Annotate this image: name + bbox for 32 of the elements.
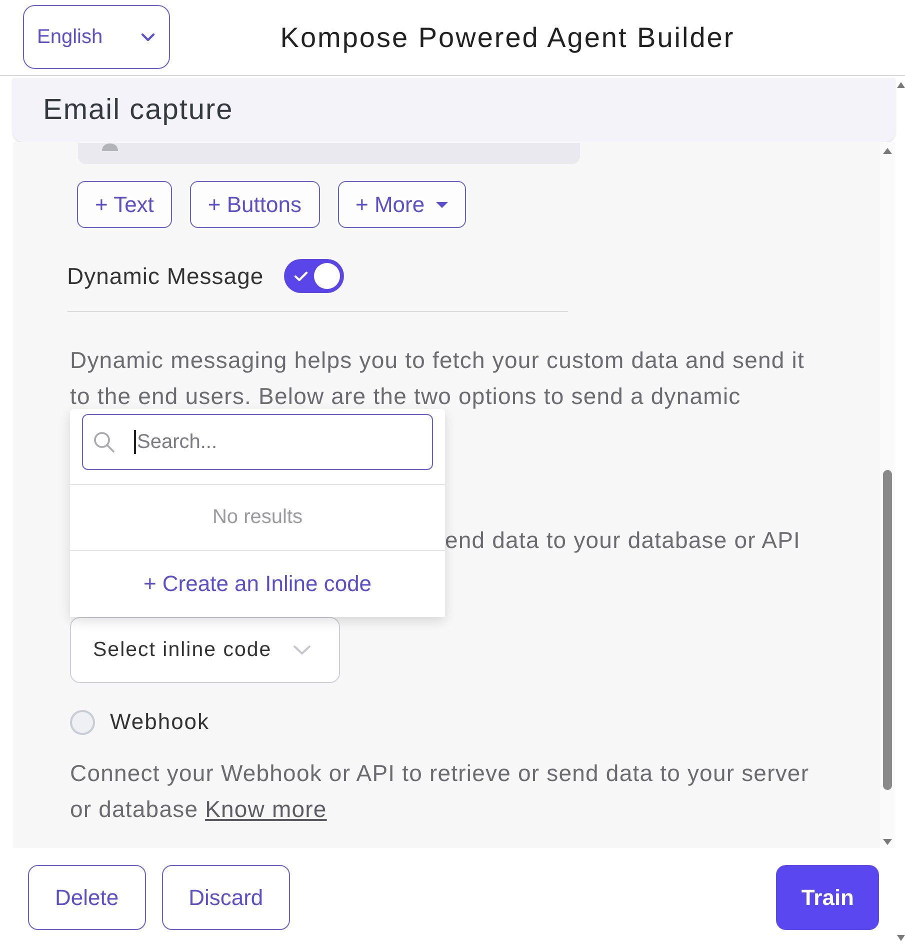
dynamic-message-label: Dynamic Message bbox=[67, 262, 264, 290]
footer-button[interactable]: Delete bbox=[28, 865, 146, 930]
caret-down-icon bbox=[436, 202, 448, 208]
webhook-radio[interactable] bbox=[70, 710, 95, 734]
chevron-down-icon bbox=[141, 32, 155, 42]
footer-button[interactable]: Train bbox=[776, 865, 879, 930]
dynamic-message-toggle[interactable] bbox=[284, 259, 344, 293]
webhook-description: Connect your Webhook or API to retrieve or send data to your server or database Know more bbox=[70, 759, 810, 824]
search-icon bbox=[93, 431, 115, 453]
inline-code-description: end data to your database or API bbox=[445, 526, 802, 555]
no-results-text: No results bbox=[212, 506, 303, 529]
scroll-up-icon[interactable] bbox=[897, 82, 905, 88]
panel-title: Email capture bbox=[43, 94, 234, 126]
webhook-label[interactable]: Webhook bbox=[110, 709, 210, 735]
add-content-button[interactable]: + Buttons bbox=[190, 181, 320, 228]
check-icon bbox=[294, 270, 308, 282]
chevron-down-icon bbox=[293, 645, 311, 655]
footer-button[interactable]: Discard bbox=[162, 865, 290, 930]
app-title: Kompose Powered Agent Builder bbox=[279, 22, 736, 54]
language-select[interactable]: English bbox=[23, 5, 170, 69]
scroll-down-icon[interactable] bbox=[897, 935, 905, 941]
text-cursor-icon bbox=[134, 430, 136, 454]
scroll-up-icon[interactable] bbox=[883, 148, 892, 154]
dynamic-message-description: Dynamic messaging helps you to fetch your custom data and send it to the end users. Below are the two options to send a dynamic bbox=[70, 346, 806, 411]
scroll-down-icon[interactable] bbox=[883, 839, 892, 845]
add-content-button[interactable]: + Text bbox=[77, 181, 172, 228]
scrollbar-thumb[interactable] bbox=[883, 470, 892, 790]
create-inline-code-item[interactable]: + Create an Inline code bbox=[70, 551, 445, 617]
know-more-link[interactable]: Know more bbox=[205, 796, 327, 822]
search-field[interactable]: Search... bbox=[82, 414, 433, 470]
add-content-button[interactable]: + More bbox=[338, 181, 466, 228]
inline-code-select[interactable]: Select inline code bbox=[70, 617, 340, 683]
